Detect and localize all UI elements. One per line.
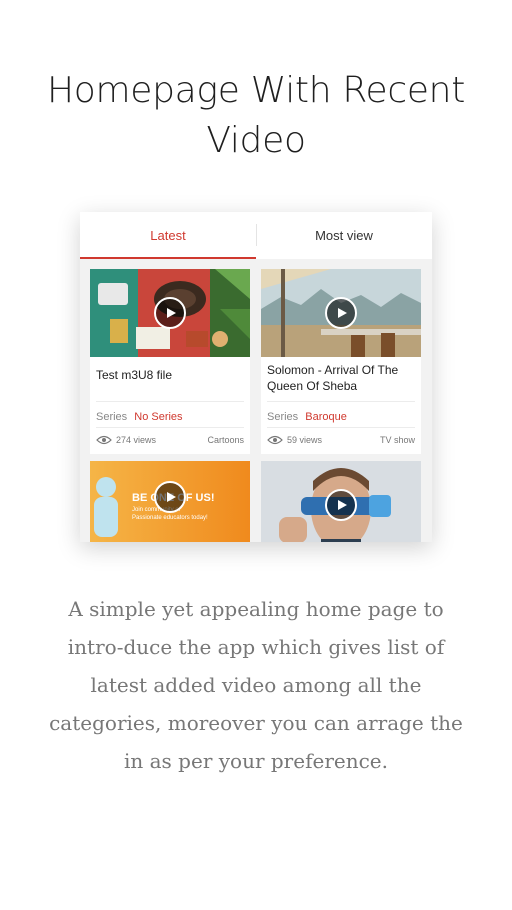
views-text: 274 views <box>116 435 157 445</box>
video-series: Series Baroque <box>267 411 347 423</box>
video-thumbnail[interactable]: BE ONE OF US! Join community of Passiona… <box>90 461 250 542</box>
video-card[interactable]: Test m3U8 file Series No Series 274 view… <box>90 269 250 454</box>
video-thumbnail[interactable] <box>261 461 421 542</box>
play-icon[interactable] <box>325 489 357 521</box>
eye-icon <box>96 435 112 445</box>
video-card[interactable]: BE ONE OF US! Join community of Passiona… <box>90 461 250 542</box>
video-category[interactable]: TV show <box>380 435 415 445</box>
video-thumbnail[interactable] <box>90 269 250 357</box>
play-icon[interactable] <box>154 297 186 329</box>
video-card[interactable]: Solomon - Arrival Of The Queen Of Sheba … <box>261 269 421 454</box>
video-title[interactable]: Solomon - Arrival Of The Queen Of Sheba <box>267 362 417 394</box>
video-meta: 59 views TV show <box>267 435 415 445</box>
svg-text:Passionate educators today!: Passionate educators today! <box>132 515 208 521</box>
eye-icon <box>267 435 283 445</box>
video-thumbnail[interactable] <box>261 269 421 357</box>
video-card[interactable] <box>261 461 421 542</box>
app-screenshot: Latest Most view Test m3U8 file Series N… <box>80 212 432 542</box>
video-category[interactable]: Cartoons <box>207 435 244 445</box>
tab-latest[interactable]: Latest <box>80 212 256 259</box>
series-value[interactable]: Baroque <box>305 411 347 423</box>
tab-divider <box>256 224 257 246</box>
play-icon[interactable] <box>325 297 357 329</box>
card-divider <box>267 401 415 402</box>
card-divider <box>267 427 415 428</box>
card-divider <box>96 401 244 402</box>
views-count: 59 views <box>267 435 322 445</box>
video-title[interactable]: Test m3U8 file <box>96 367 246 383</box>
views-count: 274 views <box>96 435 156 445</box>
card-divider <box>96 427 244 428</box>
page-headline: Homepage With Recent Video <box>46 70 466 161</box>
series-value[interactable]: No Series <box>134 411 182 423</box>
series-label: Series <box>267 411 299 423</box>
play-icon[interactable] <box>154 481 186 513</box>
tab-most-view[interactable]: Most view <box>256 212 432 259</box>
series-label: Series <box>96 411 128 423</box>
video-meta: 274 views Cartoons <box>96 435 244 445</box>
description-text: A simple yet appealing home page to intr… <box>49 597 463 773</box>
views-text: 59 views <box>287 435 323 445</box>
video-series: Series No Series <box>96 411 183 423</box>
tab-bar: Latest Most view <box>80 212 432 259</box>
